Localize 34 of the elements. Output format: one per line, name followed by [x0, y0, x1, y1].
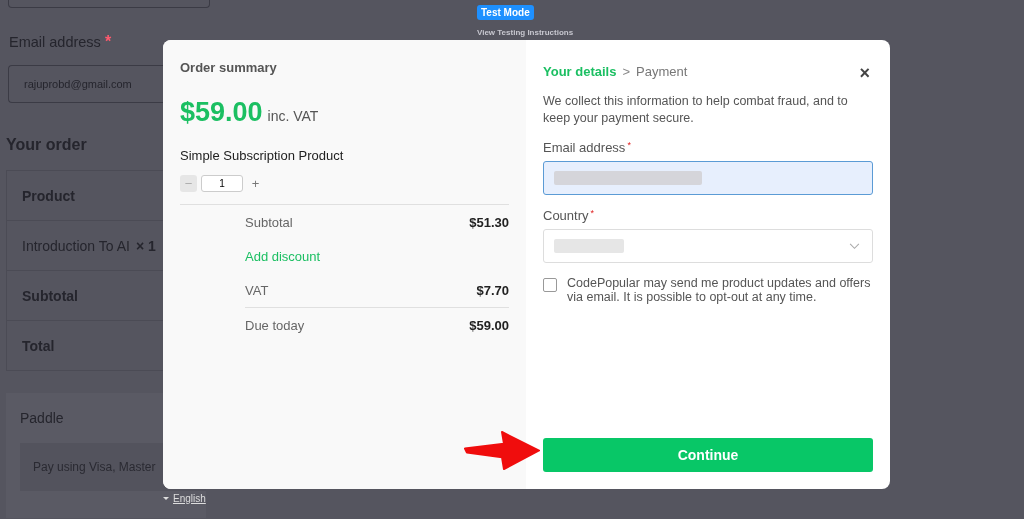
price-suffix: inc. VAT: [267, 108, 319, 124]
chevron-down-icon: [849, 242, 860, 250]
add-discount-link[interactable]: Add discount: [245, 248, 321, 264]
field-label: Country: [543, 208, 589, 223]
required-mark: *: [104, 33, 112, 50]
checkbox[interactable]: [543, 278, 557, 292]
close-button[interactable]: ×: [856, 63, 873, 84]
required-mark: *: [590, 208, 595, 218]
line-amount: $7.70: [476, 282, 509, 298]
product-name: Simple Subscription Product: [180, 148, 345, 163]
input-field[interactable]: [8, 0, 210, 8]
caret-icon: [163, 497, 169, 500]
continue-button[interactable]: Continue: [543, 438, 873, 472]
line-amount: $59.00: [469, 317, 509, 333]
step-separator: >: [622, 64, 631, 79]
required-mark: *: [627, 140, 631, 150]
step-label[interactable]: Your details: [543, 64, 617, 79]
line-amount: $51.30: [469, 214, 509, 230]
country-select[interactable]: [543, 229, 873, 263]
step-label[interactable]: Payment: [636, 64, 688, 79]
increment-button[interactable]: +: [247, 175, 264, 192]
quantity-field[interactable]: 1: [201, 175, 243, 192]
email-field[interactable]: [543, 161, 873, 195]
language-link[interactable]: English: [173, 493, 206, 504]
field-label: Email address: [543, 140, 626, 155]
payment-method-name: Paddle: [20, 410, 65, 426]
testing-instructions-link[interactable]: View Testing Instructions: [477, 28, 574, 37]
redacted-value: [554, 239, 624, 253]
line-label: Subtotal: [245, 214, 293, 230]
line-label: Due today: [245, 317, 305, 333]
consent-text: CodePopular may send me product updates and offers via email. It is possible to opt-out at any time.: [567, 276, 872, 304]
test-mode-badge: Test Mode: [477, 5, 534, 20]
intro-text: We collect this information to help combat fraud, and to keep your payment secure.: [543, 93, 849, 127]
line-label: VAT: [245, 282, 269, 298]
